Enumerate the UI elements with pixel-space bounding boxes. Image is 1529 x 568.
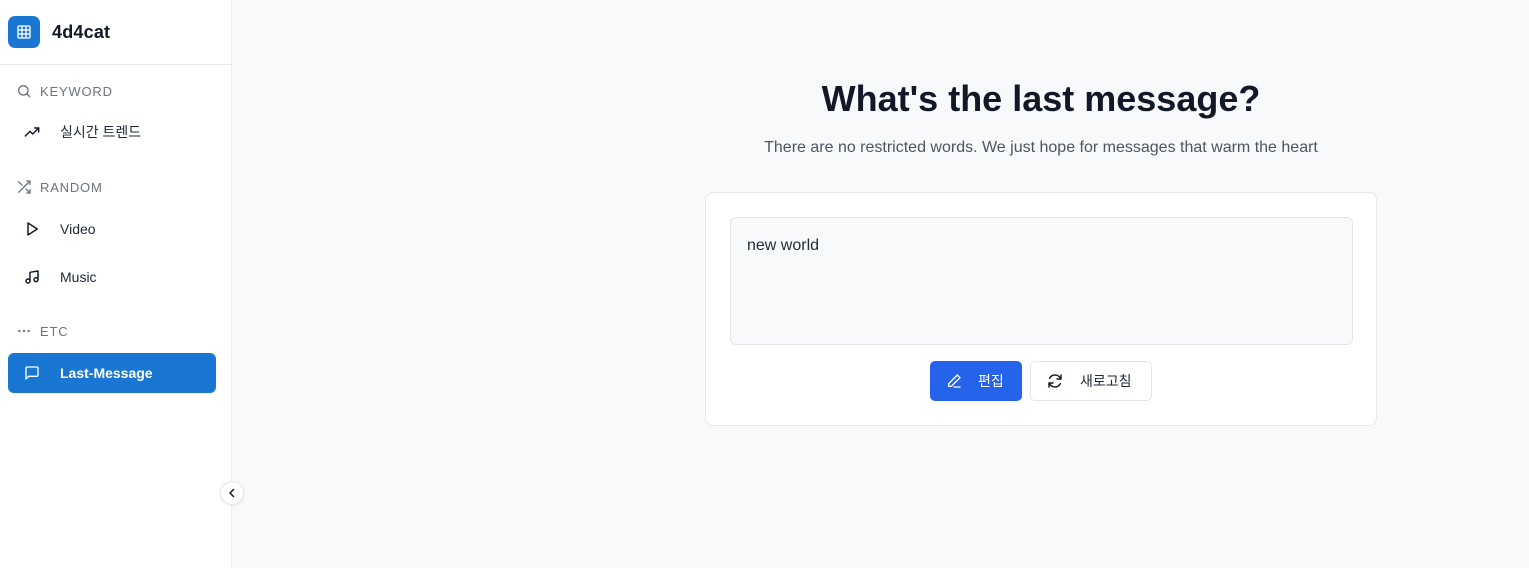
search-icon (18, 85, 31, 98)
more-horizontal-icon (18, 329, 30, 333)
music-note-icon (24, 269, 40, 285)
page-title: What's the last message? (821, 78, 1261, 119)
chevron-left-icon (229, 488, 235, 498)
refresh-button-label: 새로고침 (1080, 373, 1132, 389)
refresh-button[interactable]: 새로고침 (1030, 361, 1152, 401)
play-icon (24, 221, 40, 237)
section-header-random: RANDOM (16, 179, 103, 195)
brand[interactable]: 4d4cat (0, 0, 231, 65)
refresh-icon (1047, 373, 1063, 389)
edit-button-label: 편집 (978, 373, 1004, 389)
sidebar-item-music[interactable]: Music (8, 257, 216, 297)
message-card: new world 편집 새로고침 (705, 192, 1377, 426)
sidebar-item-label: Music (60, 269, 97, 285)
section-label: KEYWORD (40, 83, 113, 99)
pencil-icon (946, 373, 962, 389)
sidebar: 4d4cat KEYWORD 실시간 트렌드 RANDOM Video Musi… (0, 0, 232, 568)
trending-up-icon (24, 124, 40, 140)
message-square-icon (24, 365, 40, 381)
grid-icon (8, 16, 40, 48)
sidebar-item-last-message[interactable]: Last-Message (8, 353, 216, 393)
sidebar-item-label: 실시간 트렌드 (60, 124, 142, 140)
brand-name: 4d4cat (52, 21, 111, 42)
page-subtitle: There are no restricted words. We just h… (764, 139, 1318, 156)
sidebar-item-video[interactable]: Video (8, 209, 216, 249)
edit-button[interactable]: 편집 (930, 361, 1022, 401)
sidebar-item-realtime-trend[interactable]: 실시간 트렌드 (8, 112, 216, 152)
section-header-keyword: KEYWORD (16, 83, 113, 99)
last-message-display: new world (730, 217, 1353, 345)
section-label: ETC (40, 323, 69, 339)
section-header-etc: ETC (16, 323, 68, 339)
section-label: RANDOM (40, 179, 103, 195)
sidebar-item-label: Last-Message (60, 365, 153, 381)
sidebar-item-label: Video (60, 221, 96, 237)
shuffle-icon (18, 180, 31, 194)
collapse-sidebar-button[interactable] (220, 481, 244, 505)
